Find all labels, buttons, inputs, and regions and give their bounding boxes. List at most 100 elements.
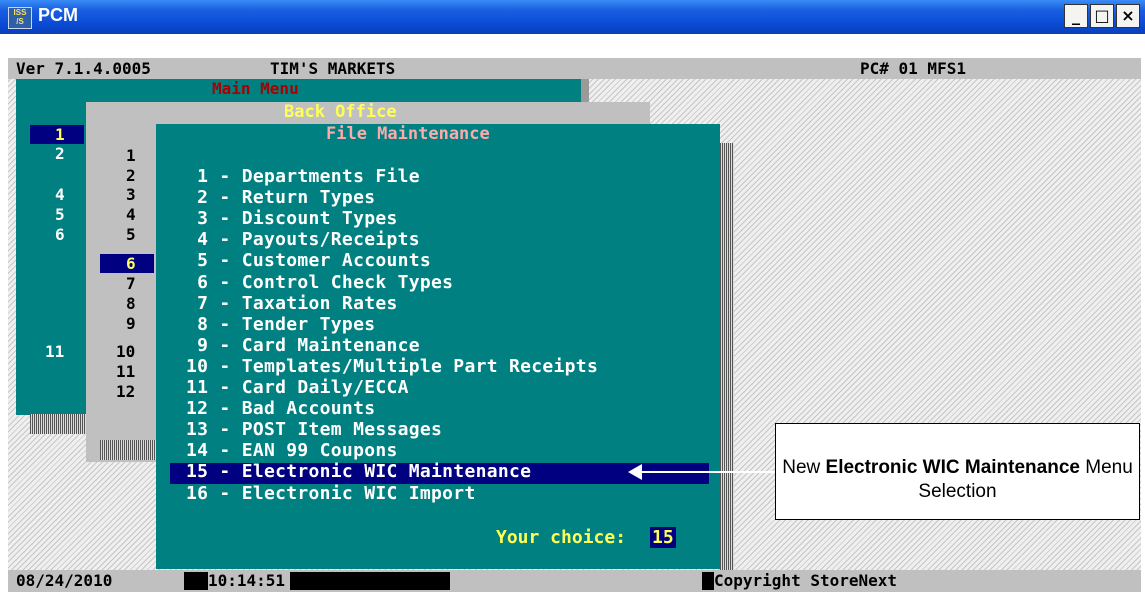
menu-item-number: 4 (186, 229, 209, 251)
menu-item-separator: - (208, 377, 242, 398)
choice-input[interactable]: 15 (650, 527, 676, 548)
annotation-callout: New Electronic WIC Maintenance Menu Sele… (775, 423, 1140, 520)
main-menu-shadow (30, 414, 86, 434)
menu-item-label: Payouts/Receipts (241, 229, 420, 251)
file-maintenance-title: File Maintenance (326, 124, 490, 144)
menu-item-label: Discount Types (241, 208, 398, 230)
menu-item-label: POST Item Messages (241, 419, 443, 441)
store-name: TIM'S MARKETS (270, 59, 396, 78)
menu-item-number: 7 (186, 292, 209, 314)
menu-item-number: 13 (186, 419, 209, 441)
minimize-button[interactable]: _ (1064, 4, 1088, 28)
menu-item-number: 14 (186, 440, 209, 462)
menu-item-label: Electronic WIC Import (241, 482, 476, 504)
back-office-item-2[interactable]: 2 (126, 166, 136, 185)
menu-item-3[interactable]: 3 - Discount Types (186, 208, 398, 229)
menu-item-separator: - (208, 187, 242, 209)
maximize-button[interactable]: □ (1090, 4, 1114, 28)
file-maintenance-shadow (720, 143, 734, 570)
menu-item-13[interactable]: 13 - POST Item Messages (186, 419, 442, 440)
version-label: Ver 7.1.4.0005 (16, 59, 151, 78)
menu-item-separator: - (208, 208, 242, 230)
main-menu-item-1[interactable]: 1 (55, 125, 65, 144)
main-menu-item-5[interactable]: 5 (55, 205, 65, 224)
menu-item-label: EAN 99 Coupons (241, 440, 398, 462)
menu-item-4[interactable]: 4 - Payouts/Receipts (186, 229, 420, 250)
back-office-item-7[interactable]: 7 (126, 274, 136, 293)
menu-item-number: 8 (186, 313, 209, 335)
menu-item-5[interactable]: 5 - Customer Accounts (186, 250, 431, 271)
back-office-item-11[interactable]: 11 (116, 362, 135, 381)
menu-item-10[interactable]: 10 - Templates/Multiple Part Receipts (186, 356, 598, 377)
callout-text-bold: Electronic WIC Maintenance (825, 457, 1080, 478)
window-title: PCM (38, 5, 78, 25)
main-menu-item-2[interactable]: 2 (55, 144, 65, 163)
menu-item-number: 3 (186, 208, 209, 230)
back-office-item-1[interactable]: 1 (126, 146, 136, 165)
menu-item-label: Card Daily/ECCA (241, 377, 409, 398)
menu-item-number: 15 (186, 461, 209, 483)
menu-item-separator: - (208, 334, 242, 356)
menu-item-label: Tender Types (241, 313, 376, 335)
menu-item-11[interactable]: 11 - Card Daily/ECCA (186, 377, 409, 398)
menu-item-number: 10 (186, 355, 209, 377)
back-office-item-6[interactable]: 6 (126, 254, 136, 273)
menu-item-12[interactable]: 12 - Bad Accounts (186, 398, 375, 419)
menu-item-number: 12 (186, 398, 209, 420)
main-menu-title: Main Menu (212, 79, 299, 98)
main-menu-item-11[interactable]: 11 (45, 342, 64, 361)
back-office-title: Back Office (284, 102, 397, 122)
menu-item-separator: - (208, 482, 242, 504)
back-office-item-8[interactable]: 8 (126, 294, 136, 313)
menu-item-6[interactable]: 6 - Control Check Types (186, 272, 453, 293)
back-office-item-10[interactable]: 10 (116, 342, 135, 361)
menu-item-label: Departments File (241, 166, 420, 187)
callout-text-pre: New (782, 457, 826, 478)
back-office-item-9[interactable]: 9 (126, 314, 136, 333)
status-time: 10:14:51 (208, 571, 286, 590)
menu-item-number: 2 (186, 187, 209, 209)
menu-item-number: 11 (186, 377, 209, 398)
menu-item-label: Customer Accounts (241, 250, 432, 272)
callout-arrow-head (628, 464, 642, 480)
menu-item-9[interactable]: 9 - Card Maintenance (186, 335, 420, 356)
back-office-shadow (100, 440, 156, 460)
menu-item-8[interactable]: 8 - Tender Types (186, 314, 375, 335)
callout-arrow-line (640, 471, 777, 473)
menu-item-separator: - (208, 461, 242, 483)
status-block (184, 572, 208, 590)
main-menu-item-6[interactable]: 6 (55, 225, 65, 244)
menu-item-label: Templates/Multiple Part Receipts (241, 355, 599, 377)
menu-item-label: Control Check Types (241, 271, 454, 293)
menu-item-number: 6 (186, 271, 209, 293)
menu-item-separator: - (208, 419, 242, 441)
menu-item-label: Taxation Rates (241, 292, 398, 314)
menu-item-separator: - (208, 440, 242, 462)
status-block-2 (290, 572, 450, 590)
back-office-item-4[interactable]: 4 (126, 205, 136, 224)
main-menu-item-4[interactable]: 4 (55, 185, 65, 204)
menu-item-16[interactable]: 16 - Electronic WIC Import (186, 483, 476, 504)
menu-item-label: Card Maintenance (241, 334, 420, 356)
window-title-bar[interactable] (0, 0, 1145, 34)
menu-item-label: Bad Accounts (241, 398, 376, 420)
app-icon[interactable]: ISS/S (8, 7, 32, 29)
menu-item-15[interactable]: 15 - Electronic WIC Maintenance (186, 461, 531, 482)
back-office-item-12[interactable]: 12 (116, 382, 135, 401)
status-block-3 (702, 572, 714, 590)
menu-item-14[interactable]: 14 - EAN 99 Coupons (186, 440, 398, 461)
header-bar (8, 58, 1141, 79)
menu-item-number: 1 (186, 166, 209, 187)
back-office-item-3[interactable]: 3 (126, 185, 136, 204)
menu-item-number: 9 (186, 334, 209, 356)
menu-item-2[interactable]: 2 - Return Types (186, 187, 375, 208)
menu-item-1[interactable]: 1 - Departments File (186, 166, 420, 187)
menu-item-separator: - (208, 229, 242, 251)
menu-item-7[interactable]: 7 - Taxation Rates (186, 293, 398, 314)
menu-item-label: Return Types (241, 187, 376, 209)
close-button[interactable]: × (1116, 4, 1140, 28)
menu-item-separator: - (208, 271, 242, 293)
menu-item-number: 16 (186, 482, 209, 504)
menu-item-separator: - (208, 398, 242, 420)
back-office-item-5[interactable]: 5 (126, 225, 136, 244)
